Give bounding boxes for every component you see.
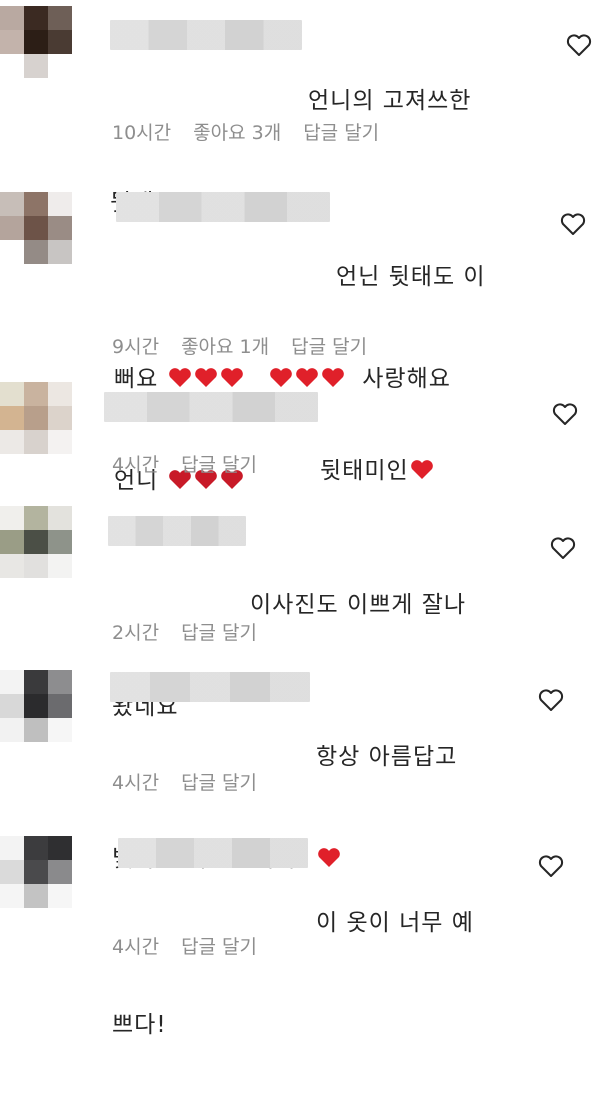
like-heart-icon[interactable]	[566, 33, 592, 57]
comment-item: 언닌 뒷태도 이 뻐요 사랑해요 언니 9시간 좋아요 1개 답글 달기	[0, 180, 600, 494]
reply-button[interactable]: 답글 달기	[181, 622, 257, 644]
timestamp: 9시간	[112, 336, 160, 358]
comment-meta: 2시간 답글 달기	[112, 618, 279, 645]
comment-item: 뒷태미인 4시간 답글 달기	[0, 378, 600, 484]
reply-button[interactable]: 답글 달기	[181, 936, 257, 958]
avatar[interactable]	[0, 6, 72, 78]
reply-button[interactable]: 답글 달기	[303, 122, 379, 144]
like-heart-icon[interactable]	[538, 854, 564, 878]
like-heart-icon[interactable]	[552, 402, 578, 426]
like-heart-icon[interactable]	[538, 688, 564, 712]
avatar[interactable]	[0, 382, 72, 454]
avatar[interactable]	[0, 192, 72, 264]
reply-button[interactable]: 답글 달기	[181, 772, 257, 794]
comment-item: 이 옷이 너무 예 쁘다! 4시간 답글 달기	[0, 828, 600, 1038]
comment-meta: 4시간 답글 달기	[112, 768, 279, 795]
like-heart-icon[interactable]	[560, 212, 586, 236]
avatar[interactable]	[0, 836, 72, 908]
avatar[interactable]	[0, 670, 72, 742]
timestamp: 10시간	[112, 122, 172, 144]
timestamp: 4시간	[112, 772, 160, 794]
comment-item: 이사진도 이쁘게 잘나 왔네요 2시간 답글 달기	[0, 502, 600, 720]
comment-meta: 9시간 좋아요 1개 답글 달기	[112, 332, 389, 359]
comment-item: 언니의 고져쓰한 뒷태 10시간좋아요 3개답글 달기	[0, 0, 600, 216]
timestamp: 4시간	[112, 454, 160, 476]
timestamp: 2시간	[112, 622, 160, 644]
likes-count[interactable]: 좋아요 1개	[181, 336, 269, 358]
reply-button[interactable]: 답글 달기	[181, 454, 257, 476]
timestamp: 4시간	[112, 936, 160, 958]
comment-meta: 4시간 답글 달기	[112, 932, 279, 959]
red-heart-emoji	[410, 460, 433, 479]
comment-text: 이 옷이 너무 예 쁘다!	[112, 910, 474, 1038]
comment-item: 항상 아름답고 빛나고 사랑합니다! 4시간답글 달기	[0, 664, 600, 872]
like-heart-icon[interactable]	[550, 536, 576, 560]
likes-count[interactable]: 좋아요 3개	[193, 122, 281, 144]
reply-button[interactable]: 답글 달기	[291, 336, 367, 358]
comment-meta: 4시간 답글 달기	[112, 450, 279, 477]
comment-meta: 10시간 좋아요 3개 답글 달기	[112, 118, 401, 145]
avatar[interactable]	[0, 506, 72, 578]
